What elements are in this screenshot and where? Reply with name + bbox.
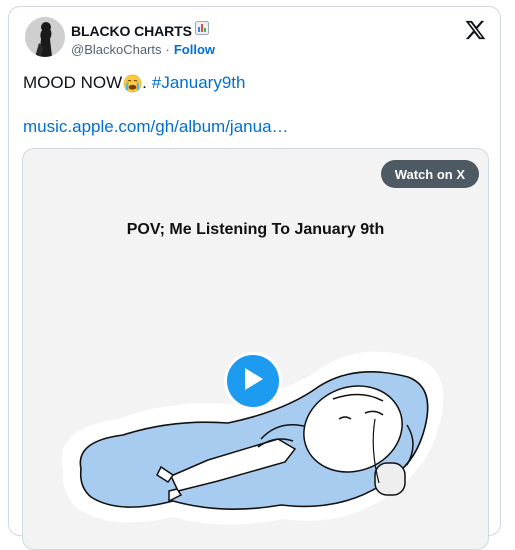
avatar[interactable] (25, 17, 65, 57)
tweet-punctuation: . (142, 73, 147, 92)
bar-chart-icon (194, 21, 209, 40)
video-media[interactable]: Watch on X POV; Me Listening To January … (22, 148, 489, 550)
follow-button[interactable]: Follow (174, 42, 215, 57)
author-name-row[interactable]: BLACKO CHARTS (71, 21, 209, 40)
play-button[interactable] (224, 352, 282, 410)
play-icon (242, 367, 264, 396)
apple-music-link[interactable]: music.apple.com/gh/album/janua… (23, 117, 289, 137)
author-name[interactable]: BLACKO CHARTS (71, 23, 192, 39)
embedded-tweet-card: BLACKO CHARTS @BlackoCharts · Follow MOO… (8, 6, 501, 550)
separator-dot: · (165, 42, 170, 57)
tweet-text: MOOD NOW . #January9th (23, 73, 245, 93)
video-caption: POV; Me Listening To January 9th (126, 221, 385, 238)
watch-on-x-button[interactable]: Watch on X (380, 160, 479, 188)
tweet-body: MOOD NOW (23, 73, 123, 92)
crying-face-icon (123, 74, 142, 93)
author-handle[interactable]: @BlackoCharts (71, 42, 162, 57)
hashtag-link[interactable]: #January9th (152, 73, 246, 93)
x-logo-icon[interactable] (464, 19, 486, 41)
handle-row: @BlackoCharts · Follow (71, 42, 215, 57)
